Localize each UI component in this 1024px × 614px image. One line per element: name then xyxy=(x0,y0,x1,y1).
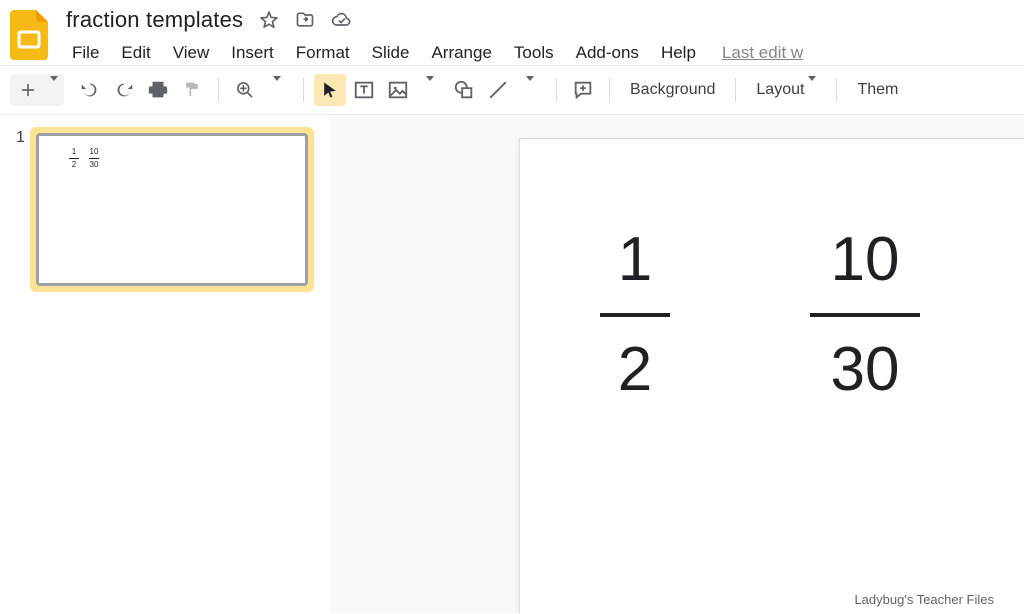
menu-arrange[interactable]: Arrange xyxy=(421,40,501,66)
menu-bar: File Edit View Insert Format Slide Arran… xyxy=(62,38,1014,68)
slides-logo[interactable] xyxy=(10,10,50,60)
fraction-numerator: 1 xyxy=(618,229,652,291)
comment-button[interactable] xyxy=(567,74,599,106)
menu-insert[interactable]: Insert xyxy=(221,40,284,66)
chevron-down-icon xyxy=(273,81,281,99)
chevron-down-icon xyxy=(808,81,816,99)
slide-canvas-area[interactable]: 1 2 10 30 Ladybug's Teacher Files xyxy=(330,115,1024,613)
thumb-fraction-2: 1030 xyxy=(89,148,99,169)
zoom-control[interactable] xyxy=(229,74,293,106)
paint-format-button[interactable] xyxy=(176,74,208,106)
new-slide-button[interactable] xyxy=(10,74,64,106)
chevron-down-icon xyxy=(526,81,534,99)
shape-button[interactable] xyxy=(448,74,480,106)
toolbar-separator xyxy=(303,78,304,102)
menu-addons[interactable]: Add-ons xyxy=(566,40,649,66)
slide-canvas[interactable]: 1 2 10 30 xyxy=(520,139,1024,613)
textbox-button[interactable] xyxy=(348,74,380,106)
menu-view[interactable]: View xyxy=(163,40,220,66)
fraction-bar xyxy=(810,313,920,317)
menu-edit[interactable]: Edit xyxy=(111,40,160,66)
thumb-fraction-1: 12 xyxy=(69,148,79,169)
redo-button[interactable] xyxy=(108,74,140,106)
workspace: 1 12 1030 1 2 10 xyxy=(0,114,1024,613)
title-row: fraction templates xyxy=(62,6,1014,34)
menu-format[interactable]: Format xyxy=(286,40,360,66)
toolbar-separator xyxy=(609,78,610,102)
toolbar-separator xyxy=(556,78,557,102)
fraction-denominator: 2 xyxy=(618,339,652,401)
last-edit-link[interactable]: Last edit w xyxy=(722,43,803,63)
slide-thumbnail-1[interactable]: 1 12 1030 xyxy=(16,127,314,292)
fraction-bar xyxy=(600,313,670,317)
image-insert-button[interactable] xyxy=(382,74,446,106)
select-tool-button[interactable] xyxy=(314,74,346,106)
undo-button[interactable] xyxy=(74,74,106,106)
slide-number: 1 xyxy=(16,127,30,292)
star-icon[interactable] xyxy=(259,10,279,30)
menu-file[interactable]: File xyxy=(62,40,109,66)
header-main: fraction templates File Edi xyxy=(62,6,1014,68)
layout-button[interactable]: Layout xyxy=(746,74,826,106)
menu-help[interactable]: Help xyxy=(651,40,706,66)
print-button[interactable] xyxy=(142,74,174,106)
toolbar: Background Layout Them xyxy=(0,66,1024,114)
chevron-down-icon xyxy=(426,81,434,99)
fraction-denominator: 30 xyxy=(831,339,900,401)
cloud-saved-icon[interactable] xyxy=(331,10,351,30)
attribution-text: Ladybug's Teacher Files xyxy=(854,592,994,607)
toolbar-separator xyxy=(836,78,837,102)
menu-tools[interactable]: Tools xyxy=(504,40,564,66)
toolbar-separator xyxy=(735,78,736,102)
move-folder-icon[interactable] xyxy=(295,10,315,30)
background-button[interactable]: Background xyxy=(620,74,725,106)
document-title[interactable]: fraction templates xyxy=(66,7,243,33)
filmstrip-panel[interactable]: 1 12 1030 xyxy=(0,115,330,613)
toolbar-separator xyxy=(218,78,219,102)
fraction-object-2[interactable]: 10 30 xyxy=(810,229,920,401)
fraction-object-1[interactable]: 1 2 xyxy=(600,229,670,401)
chevron-down-icon xyxy=(50,81,58,99)
theme-button[interactable]: Them xyxy=(847,74,908,106)
app-header: fraction templates File Edi xyxy=(0,0,1024,65)
menu-slide[interactable]: Slide xyxy=(362,40,420,66)
line-tool-button[interactable] xyxy=(482,74,546,106)
fraction-numerator: 10 xyxy=(831,229,900,291)
